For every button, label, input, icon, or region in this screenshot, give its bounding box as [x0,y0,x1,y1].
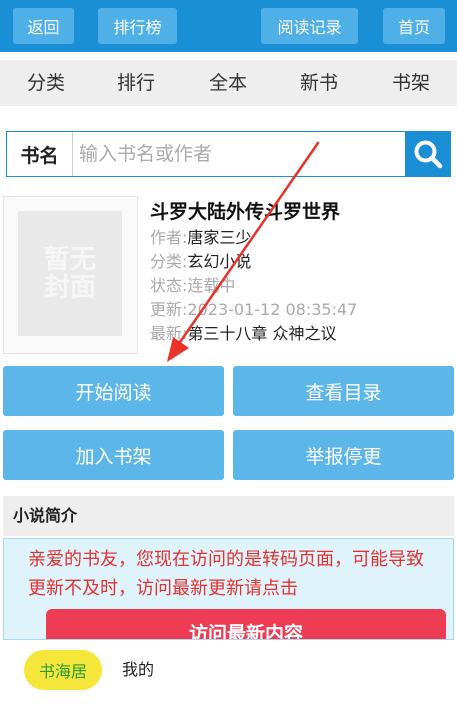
cover-placeholder: 暂无封面 [18,211,122,336]
book-cover[interactable]: 暂无封面 [3,196,138,354]
book-title: 斗罗大陆外传斗罗世界 [150,201,341,223]
search-input[interactable] [79,132,407,176]
category-link[interactable]: 玄幻小说 [187,252,251,271]
status-label: 状态: [150,276,188,295]
top-bar: 返回 排行榜 阅读记录 首页 [0,0,457,52]
author-label: 作者: [150,228,188,247]
search-label: 书名 [7,132,73,176]
update-row: 更新:2023-01-12 08:35:47 [150,298,450,322]
home-button[interactable]: 首页 [383,8,445,44]
back-button[interactable]: 返回 [13,8,74,44]
latest-chapter-link[interactable]: 第三十八章 众神之议 [187,324,336,343]
category-row: 分类:玄幻小说 [150,250,450,274]
author-row: 作者:唐家三少 [150,226,450,250]
transcode-notice: 亲爱的书友，您现在访问的是转码页面，可能导致更新不及时，访问最新更新请点击 访问… [3,538,454,640]
nav-ranking[interactable]: 排行 [101,60,171,106]
author-link[interactable]: 唐家三少 [187,228,251,247]
category-nav: 分类 排行 全本 新书 书架 [0,60,457,106]
bottom-tab-bar: 书海居 我的 [0,640,457,706]
view-catalog-button[interactable]: 查看目录 [233,366,454,416]
reading-history-button[interactable]: 阅读记录 [261,8,358,44]
search-icon [414,140,443,169]
status-value: 连载中 [187,276,236,295]
nav-complete[interactable]: 全本 [193,60,263,106]
ranking-button[interactable]: 排行榜 [98,8,177,44]
intro-heading: 小说简介 [3,496,454,536]
latest-label: 最新: [150,324,188,343]
notice-text: 亲爱的书友，您现在访问的是转码页面，可能导致更新不及时，访问最新更新请点击 [28,549,424,599]
visit-latest-button[interactable]: 访问最新内容 [46,609,446,639]
latest-row: 最新:第三十八章 众神之议 [150,322,450,346]
report-button[interactable]: 举报停更 [233,430,454,480]
update-label: 更新: [150,300,188,319]
search-button[interactable] [405,131,451,177]
book-info: 斗罗大陆外传斗罗世界 作者:唐家三少 分类:玄幻小说 状态:连载中 更新:202… [150,198,450,346]
status-row: 状态:连载中 [150,274,450,298]
add-to-shelf-button[interactable]: 加入书架 [3,430,224,480]
nav-category[interactable]: 分类 [11,60,81,106]
nav-new-books[interactable]: 新书 [284,60,354,106]
category-label: 分类: [150,252,188,271]
tab-home[interactable]: 书海居 [24,650,102,690]
start-reading-button[interactable]: 开始阅读 [3,366,224,416]
update-time: 2023-01-12 08:35:47 [187,300,358,319]
cover-placeholder-text: 暂无封面 [43,244,96,303]
search-bar: 书名 [6,131,451,177]
tab-mine[interactable]: 我的 [122,650,154,690]
nav-bookshelf[interactable]: 书架 [376,60,446,106]
